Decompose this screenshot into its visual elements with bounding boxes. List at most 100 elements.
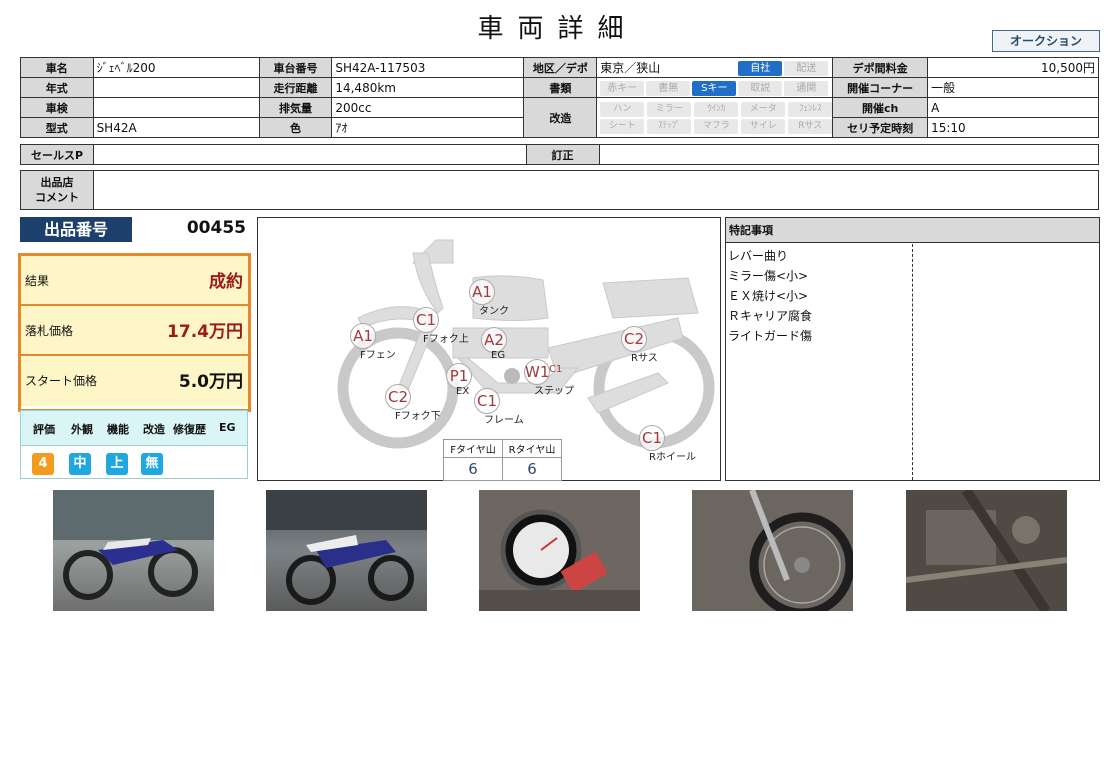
photo-meter-closeup[interactable]	[479, 490, 640, 611]
tire-depth-table: Fタイヤ山 Rタイヤ山 6 6	[443, 439, 562, 481]
label-correction: 訂正	[525, 144, 600, 165]
start-price-value: 5.0万円	[178, 372, 243, 392]
eval-header-function: 機能	[107, 423, 129, 436]
doc-torisetsu-pill[interactable]: 取説	[738, 80, 783, 96]
damage-mark-label: タンク	[479, 306, 509, 317]
label-type: 型式	[20, 117, 94, 138]
doc-akakey-pill[interactable]: 赤キー	[600, 80, 645, 96]
r-tire-value: 6	[502, 457, 562, 481]
special-note-item: ＥＸ焼け<小>	[728, 289, 809, 303]
vehicle-info-table: 車名 ｼﾞｪﾍﾞﾙ200 車台番号 SH42A-117503 地区／デポ 東京／…	[20, 57, 1099, 138]
meter-photo-icon	[479, 509, 640, 611]
label-corner: 開催コーナー	[832, 77, 929, 98]
lot-number: 00455	[186, 218, 246, 238]
mod-han-pill[interactable]: ハン	[600, 101, 645, 117]
bike-photo-icon	[266, 490, 427, 605]
eval-rating-badge: 4	[32, 453, 54, 475]
result-row: 結果 成約	[21, 256, 248, 306]
photo-bike-right-side[interactable]	[266, 490, 427, 611]
damage-mark-label: EX	[456, 386, 470, 397]
wheel-photo-icon	[692, 490, 853, 611]
label-mods: 改造	[523, 97, 598, 138]
result-label: 結果	[25, 274, 50, 288]
frame-no-value: SH42A-117503	[331, 57, 525, 78]
doc-shomu-pill[interactable]: 書無	[646, 80, 691, 96]
lot-label: 出品番号	[20, 217, 132, 242]
mod-fenderless-pill[interactable]: ﾌｪﾝﾚｽ	[788, 101, 832, 117]
start-price-label: スタート価格	[25, 374, 98, 388]
eval-header-eg: EG	[219, 421, 236, 434]
mod-meter-pill[interactable]: メータ	[741, 101, 786, 117]
photo-bike-left-side[interactable]	[53, 490, 214, 611]
eval-header-mods: 改造	[143, 423, 165, 436]
label-channel: 開催ch	[832, 97, 929, 118]
label-inspection: 車検	[20, 97, 94, 118]
label-area: 地区／デポ	[523, 57, 598, 78]
special-note-item: レバー曲り	[728, 249, 789, 263]
sales-row-table: セールスP 訂正	[20, 144, 1099, 165]
special-notes-panel: 特記事項 レバー曲り ミラー傷<小> ＥＸ焼け<小> Ｒキャリア腐食 ライトガー…	[725, 217, 1100, 481]
special-note-item: ライトガード傷	[728, 329, 813, 343]
doc-skey-pill[interactable]: Sキー	[692, 80, 737, 96]
label-docs: 書類	[523, 77, 598, 98]
price-label: 落札価格	[25, 324, 74, 338]
r-tire-label: Rタイヤ山	[502, 439, 562, 458]
label-sales-point: セールスP	[20, 144, 94, 165]
sales-point-value	[92, 144, 527, 165]
mileage-value: 14,480km	[331, 77, 525, 98]
doc-tsukan-pill[interactable]: 通関	[784, 80, 829, 96]
eval-header-exterior: 外観	[71, 423, 93, 436]
label-color: 色	[258, 117, 333, 138]
photo-front-wheel[interactable]	[692, 490, 853, 611]
f-tire-value: 6	[443, 457, 503, 481]
damage-mark-label: Fフェン	[360, 350, 396, 361]
comment-value	[92, 170, 1100, 210]
mod-seat-pill[interactable]: シート	[600, 118, 645, 134]
mods-cell: ハン ミラー ｳｲﾝｶ メータ ﾌｪﾝﾚｽ シート ｽﾃｯﾌﾟ マフラ サイレ …	[596, 97, 834, 138]
mod-winker-pill[interactable]: ｳｲﾝｶ	[694, 101, 739, 117]
price-value: 17.4万円	[167, 322, 243, 342]
displacement-value: 200cc	[331, 97, 525, 118]
delivery-haisou-pill[interactable]: 配送	[784, 61, 829, 76]
comment-row-table: 出品店 コメント	[20, 170, 1100, 210]
bike-photo-icon	[53, 490, 214, 600]
channel-value: A	[927, 97, 1099, 118]
damage-diagram: A1 タンク C1 Fフォク上 A1 Fフェン A2 EG C2 Rサス P1 EX W1 C1 ステップ C…	[257, 217, 721, 481]
damage-mark-label: Fフォク上	[423, 334, 469, 345]
mod-step-pill[interactable]: ｽﾃｯﾌﾟ	[647, 118, 692, 134]
page-title: 車両詳細	[477, 14, 638, 44]
inspection-value	[92, 97, 260, 118]
mod-rsus-pill[interactable]: Rサス	[788, 118, 832, 134]
auction-button[interactable]: オークション	[992, 30, 1100, 52]
corner-value: 一般	[927, 77, 1099, 98]
delivery-jisha-pill[interactable]: 自社	[738, 61, 783, 76]
damage-mark-label: フレーム	[484, 415, 524, 426]
special-note-item: Ｒキャリア腐食	[728, 309, 813, 323]
special-notes-title: 特記事項	[726, 218, 1099, 243]
damage-mark-label: Fフォク下	[395, 411, 441, 422]
eval-function-badge: 上	[106, 453, 128, 475]
eval-mods-badge: 無	[141, 453, 163, 475]
mod-silencer-pill[interactable]: サイレ	[741, 118, 786, 134]
special-note-item: ミラー傷<小>	[728, 269, 809, 283]
depot-fee-value: 10,500円	[927, 57, 1099, 78]
label-comment: 出品店 コメント	[20, 170, 94, 210]
special-notes-divider	[912, 244, 913, 480]
mod-muffler-pill[interactable]: マフラ	[694, 118, 739, 134]
eval-exterior-badge: 中	[69, 453, 91, 475]
mod-mirror-pill[interactable]: ミラー	[647, 101, 692, 117]
label-frame-no: 車台番号	[258, 57, 333, 78]
correction-value	[598, 144, 1099, 165]
damage-mark-label: ステップ	[534, 386, 574, 397]
eval-header-rating: 評価	[33, 423, 55, 436]
photo-engine-frame[interactable]	[906, 490, 1067, 611]
eval-header-repair: 修復歴	[173, 423, 206, 436]
year-value	[92, 77, 260, 98]
damage-mark-label: Rホイール	[649, 452, 696, 463]
result-value: 成約	[209, 272, 243, 292]
type-value: SH42A	[92, 117, 260, 138]
special-notes-list: レバー曲り ミラー傷<小> ＥＸ焼け<小> Ｒキャリア腐食 ライトガード傷	[728, 246, 812, 346]
label-model: 車名	[20, 57, 94, 78]
label-mileage: 走行距離	[258, 77, 333, 98]
evaluation-values: 4 中 上 無	[20, 445, 248, 479]
